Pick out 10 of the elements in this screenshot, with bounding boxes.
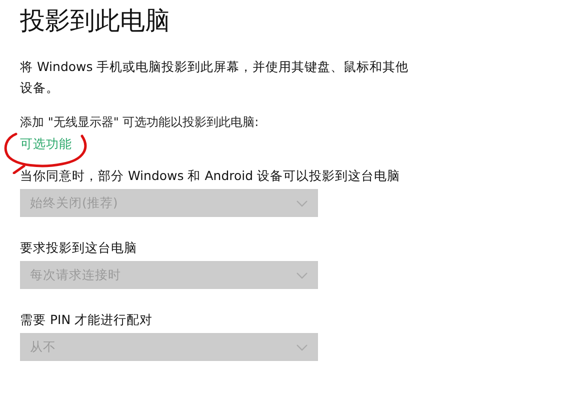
chevron-icon — [296, 344, 308, 350]
setting-label: 当你同意时，部分 Windows 和 Android 设备可以投影到这台电脑 — [20, 167, 402, 185]
chevron-icon — [296, 272, 308, 278]
page-title: 投影到此电脑 — [20, 5, 171, 37]
setting-label: 需要 PIN 才能进行配对 — [20, 311, 154, 329]
setting-label: 要求投影到这台电脑 — [20, 239, 138, 257]
optional-feature-text: 添加 "无线显示器" 可选功能以投影到此电脑: — [20, 114, 260, 131]
optional-features-link[interactable]: 可选功能 — [20, 136, 72, 153]
description: 将 Windows 手机或电脑投影到此屏幕，并使用其键盘、鼠标和其他设备。 — [20, 58, 410, 97]
chevron-icon — [296, 200, 308, 206]
